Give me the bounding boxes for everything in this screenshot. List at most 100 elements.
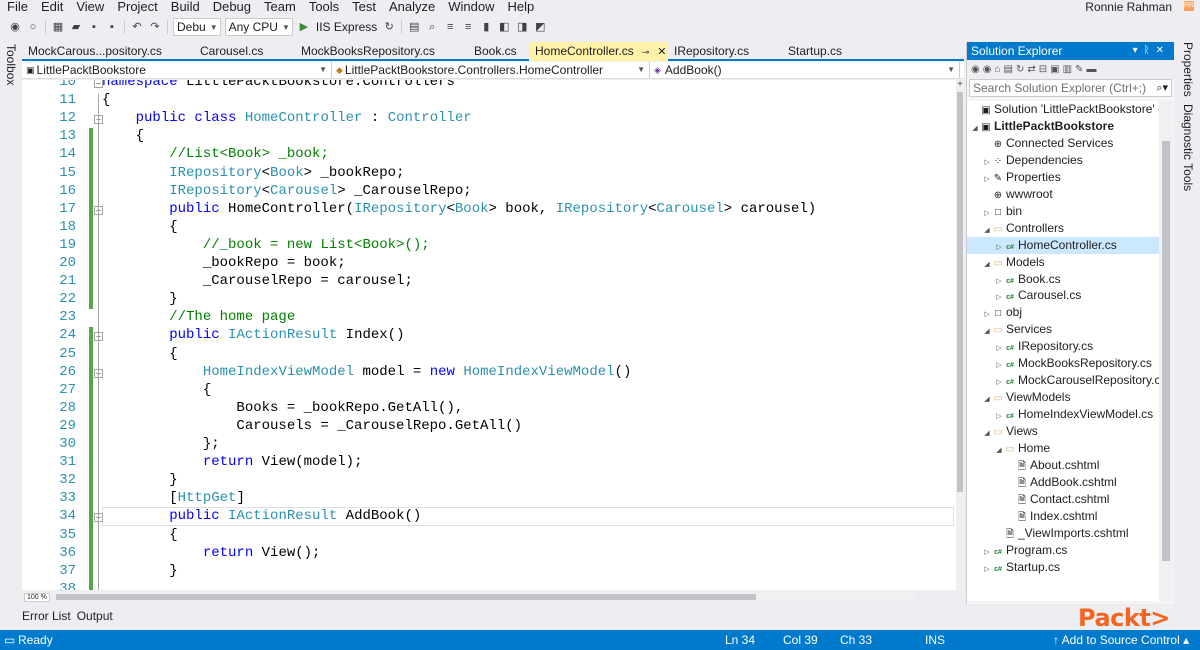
- tree-item[interactable]: ◢ ▣ LittlePacktBookstore: [967, 118, 1159, 135]
- solution-scroll-thumb[interactable]: [1162, 141, 1170, 561]
- bookmark-prev-icon[interactable]: ◧: [497, 20, 511, 34]
- forward-icon[interactable]: ◉: [983, 64, 992, 75]
- tree-item[interactable]: ▷ c# MockCarouselRepository.cs: [967, 372, 1159, 389]
- platform-select[interactable]: Any CPU ▼: [224, 18, 293, 36]
- tab-irepository-cs[interactable]: IRepository.cs: [668, 42, 782, 61]
- save-icon[interactable]: ▪: [87, 20, 101, 34]
- tab-startup-cs[interactable]: Startup.cs: [782, 42, 873, 61]
- code-line[interactable]: {: [102, 219, 177, 235]
- collapse-all-icon[interactable]: ⊟: [1039, 64, 1047, 75]
- preview-icon[interactable]: ▬: [1086, 64, 1096, 75]
- open-file-icon[interactable]: ▰: [69, 20, 83, 34]
- editor-scroll-thumb[interactable]: [957, 92, 963, 492]
- code-line[interactable]: [HttpGet]: [102, 490, 245, 506]
- user-avatar-badge[interactable]: RR: [1184, 1, 1194, 11]
- pin-icon[interactable]: ᚱ: [1144, 45, 1156, 56]
- find-icon[interactable]: ⌕: [425, 20, 439, 34]
- new-project-icon[interactable]: ▦: [51, 20, 65, 34]
- menu-analyze[interactable]: Analyze: [382, 0, 441, 14]
- refresh-icon[interactable]: ↻: [382, 20, 396, 34]
- code-line[interactable]: _CarouselRepo = carousel;: [102, 273, 413, 289]
- tab-mockbooksrepository-cs[interactable]: MockBooksRepository.cs: [295, 42, 468, 61]
- sync-icon[interactable]: ⇄: [1027, 64, 1035, 75]
- uncomment-icon[interactable]: ≡: [461, 20, 475, 34]
- class-dropdown[interactable]: ◆ LittlePacktBookstore.Controllers.HomeC…: [332, 62, 650, 78]
- code-line[interactable]: IRepository<Book> _bookRepo;: [102, 165, 404, 181]
- tree-item[interactable]: ▷ ⁘ Dependencies: [967, 152, 1159, 169]
- tree-item[interactable]: ◢ ▭ ViewModels: [967, 389, 1159, 406]
- run-target-label[interactable]: IIS Express: [316, 20, 377, 34]
- code-line[interactable]: public IActionResult AddBook(): [102, 508, 421, 524]
- menu-window[interactable]: Window: [441, 0, 500, 14]
- save-all-icon[interactable]: ▪: [105, 20, 119, 34]
- undo-icon[interactable]: ↶: [130, 20, 144, 34]
- user-name[interactable]: Ronnie Rahman: [1085, 0, 1172, 14]
- menu-help[interactable]: Help: [501, 0, 541, 14]
- menu-test[interactable]: Test: [345, 0, 382, 14]
- tree-item[interactable]: ▷ c# Carousel.cs: [967, 287, 1159, 304]
- back-icon[interactable]: ◉: [971, 64, 980, 75]
- window-position-icon[interactable]: ▾: [1133, 45, 1144, 56]
- close-icon[interactable]: ✕: [657, 46, 666, 58]
- run-icon[interactable]: ▶: [297, 20, 311, 34]
- menu-view[interactable]: View: [69, 0, 110, 14]
- menu-file[interactable]: File: [0, 0, 34, 14]
- menu-team[interactable]: Team: [257, 0, 302, 14]
- pending-changes-icon[interactable]: ↻: [1016, 64, 1024, 75]
- code-line[interactable]: {: [102, 346, 177, 362]
- close-icon[interactable]: ✕: [1156, 45, 1170, 56]
- code-line[interactable]: }: [102, 472, 177, 488]
- properties-icon[interactable]: ✎: [1075, 64, 1083, 75]
- menu-debug[interactable]: Debug: [206, 0, 257, 14]
- toolbox-tab[interactable]: Toolbox: [4, 44, 18, 85]
- menu-build[interactable]: Build: [164, 0, 206, 14]
- collapsed-arrow-icon[interactable]: ▷: [982, 561, 992, 578]
- bookmark-next-icon[interactable]: ◨: [515, 20, 529, 34]
- tree-item[interactable]: 🗎 Contact.cshtml: [967, 491, 1159, 508]
- solution-search-input[interactable]: Search Solution Explorer (Ctrl+;) ⌕▾: [969, 79, 1172, 97]
- tree-item[interactable]: ▷ □ obj: [967, 304, 1159, 321]
- tree-item[interactable]: ◢ ▭ Models: [967, 254, 1159, 271]
- tree-item[interactable]: ▷ c# IRepository.cs: [967, 338, 1159, 355]
- code-line[interactable]: _bookRepo = book;: [102, 255, 346, 271]
- tree-item[interactable]: 🗎 Index.cshtml: [967, 508, 1159, 525]
- tree-item[interactable]: ▷ c# HomeIndexViewModel.cs: [967, 406, 1159, 423]
- configuration-select[interactable]: Debu ▼: [173, 18, 221, 36]
- code-line[interactable]: //List<Book> _book;: [102, 146, 329, 162]
- code-line[interactable]: public HomeController(IRepository<Book> …: [102, 201, 816, 217]
- pin-icon[interactable]: ⊸: [642, 47, 650, 57]
- tree-item[interactable]: ▷ c# Book.cs: [967, 271, 1159, 288]
- code-line[interactable]: }: [102, 563, 177, 579]
- solution-explorer-scrollbar[interactable]: [1159, 101, 1173, 601]
- tree-item[interactable]: ◢ ▭ Home: [967, 440, 1159, 457]
- code-line[interactable]: public class HomeController : Controller: [102, 110, 472, 126]
- tree-item[interactable]: ⊕ wwwroot: [967, 186, 1159, 203]
- forward-icon[interactable]: ○: [26, 20, 40, 34]
- tree-item[interactable]: ▷ c# MockBooksRepository.cs: [967, 355, 1159, 372]
- tree-item[interactable]: ▷ c# Startup.cs: [967, 559, 1159, 576]
- menu-edit[interactable]: Edit: [34, 0, 69, 14]
- tree-item[interactable]: ◢ ▭ Views: [967, 423, 1159, 440]
- zoom-level[interactable]: 100 %: [24, 592, 50, 602]
- code-line[interactable]: namespace LittlePacktBookstore.Controlle…: [102, 80, 455, 90]
- code-line[interactable]: };: [102, 436, 220, 452]
- switch-views-icon[interactable]: ▤: [1004, 64, 1013, 75]
- properties-tab[interactable]: Properties: [1181, 42, 1195, 97]
- code-line[interactable]: public IActionResult Index(): [102, 327, 404, 343]
- tree-item[interactable]: 🗎 _ViewImports.cshtml: [967, 525, 1159, 542]
- code-line[interactable]: Carousels = _CarouselRepo.GetAll(): [102, 418, 522, 434]
- tab-book-cs[interactable]: Book.cs: [468, 42, 529, 61]
- tree-item[interactable]: ▷ ✎ Properties: [967, 169, 1159, 186]
- comment-icon[interactable]: ≡: [443, 20, 457, 34]
- tree-item[interactable]: ▣Solution 'LittlePacktBookstore' (1 pr: [967, 101, 1159, 118]
- menu-project[interactable]: Project: [110, 0, 163, 14]
- bookmark-clear-icon[interactable]: ◩: [533, 20, 547, 34]
- menu-tools[interactable]: Tools: [302, 0, 345, 14]
- code-line[interactable]: Books = _bookRepo.GetAll(),: [102, 400, 463, 416]
- code-line[interactable]: return View();: [102, 545, 321, 561]
- code-editor[interactable]: 10 11 12 13 14 15 16 17 18 19 20 21 22 23 24 25 26 27 28 29…: [22, 80, 964, 590]
- horizontal-scroll-thumb[interactable]: [55, 594, 756, 600]
- tab-carousel-cs[interactable]: Carousel.cs: [194, 42, 295, 61]
- solution-tree[interactable]: ▣Solution 'LittlePacktBookstore' (1 pr◢▣…: [967, 101, 1159, 601]
- code-line[interactable]: //_book = new List<Book>();: [102, 237, 430, 253]
